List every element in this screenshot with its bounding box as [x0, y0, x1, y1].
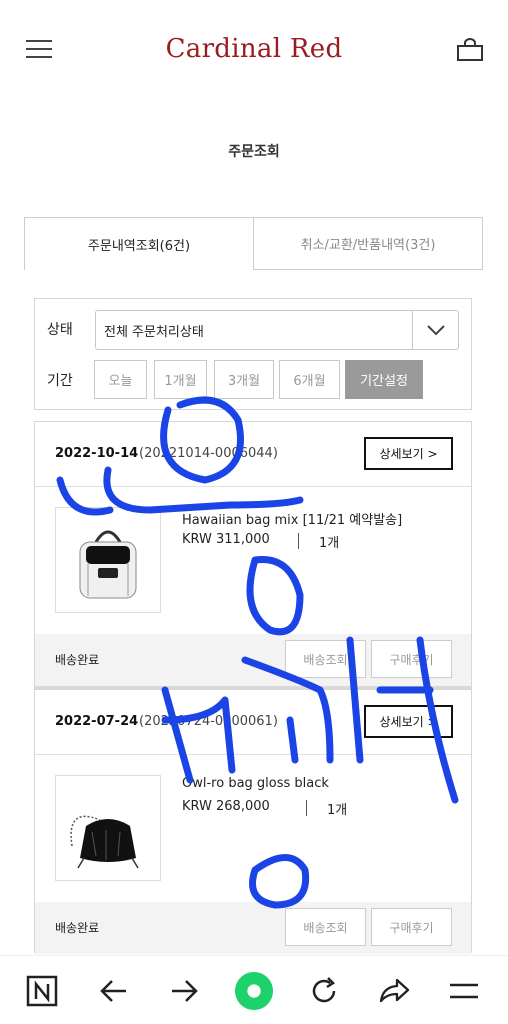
product-quantity: 1개 [319, 536, 340, 551]
order-detail-button[interactable]: 상세보기 > [364, 705, 453, 738]
product-price: KRW 311,000 [182, 532, 270, 547]
order-number: (20221014-0006044) [139, 446, 278, 461]
back-arrow-icon[interactable] [94, 971, 134, 1011]
order-header: 2022-07-24 (20220724-0000061) 상세보기 > [35, 690, 471, 755]
share-icon[interactable] [374, 971, 414, 1011]
brand-logo[interactable]: Cardinal Red [0, 34, 508, 64]
product-name[interactable]: Hawaiian bag mix [11/21 예약발송] [182, 509, 402, 528]
chevron-down-icon[interactable] [412, 311, 458, 349]
forward-arrow-icon[interactable] [164, 971, 204, 1011]
order-status: 배송완료 [55, 921, 100, 935]
page-title: 주문조회 [228, 144, 280, 160]
app-header: Cardinal Red [0, 0, 508, 100]
order-card: 2022-07-24 (20220724-0000061) 상세보기 > Owl… [34, 689, 472, 954]
shopping-bag-icon[interactable] [456, 38, 484, 62]
status-label: 상태 [47, 322, 73, 338]
track-delivery-button[interactable]: 배송조회 [285, 908, 366, 946]
order-card: 2022-10-14 (20221014-0006044) 상세보기 > Haw… [34, 421, 472, 687]
order-date: 2022-10-14 [55, 446, 139, 461]
order-tabs: 주문내역조회(6건) 취소/교환/반품내역(3건) [24, 217, 483, 270]
order-header: 2022-10-14 (20221014-0006044) 상세보기 > [35, 422, 471, 487]
naver-home-icon[interactable] [22, 971, 62, 1011]
order-footer: 배송완료 배송조회 구매후기 [35, 902, 471, 954]
product-thumbnail[interactable] [55, 775, 161, 881]
tab-cancel-exchange-return[interactable]: 취소/교환/반품내역(3건) [254, 217, 483, 270]
period-1month-button[interactable]: 1개월 [154, 360, 207, 399]
status-select-value: 전체 주문처리상태 [104, 325, 204, 340]
browser-bottom-bar [0, 955, 508, 1024]
tab-order-history[interactable]: 주문내역조회(6건) [24, 217, 254, 270]
period-3month-button[interactable]: 3개월 [214, 360, 274, 399]
price-qty-divider [298, 533, 299, 549]
period-today-button[interactable]: 오늘 [94, 360, 147, 399]
refresh-icon[interactable] [304, 971, 344, 1011]
menu-lines-icon[interactable] [444, 971, 484, 1011]
product-price: KRW 268,000 [182, 799, 270, 814]
status-select[interactable]: 전체 주문처리상태 [95, 310, 459, 350]
write-review-button[interactable]: 구매후기 [371, 640, 452, 678]
product-quantity: 1개 [327, 803, 348, 818]
product-thumbnail[interactable] [55, 507, 161, 613]
track-delivery-button[interactable]: 배송조회 [285, 640, 366, 678]
order-filter-panel: 상태 전체 주문처리상태 기간 오늘 1개월 3개월 6개월 기간설정 [34, 298, 472, 410]
period-label: 기간 [47, 373, 73, 389]
order-status: 배송완료 [55, 653, 100, 667]
price-qty-divider [306, 800, 307, 816]
green-dot-icon[interactable] [234, 971, 274, 1011]
order-date: 2022-07-24 [55, 714, 139, 729]
order-number: (20220724-0000061) [139, 714, 278, 729]
period-custom-button[interactable]: 기간설정 [345, 360, 423, 399]
product-name[interactable]: Owl-ro bag gloss black [182, 776, 329, 791]
period-6month-button[interactable]: 6개월 [279, 360, 340, 399]
order-footer: 배송완료 배송조회 구매후기 [35, 634, 471, 686]
write-review-button[interactable]: 구매후기 [371, 908, 452, 946]
order-detail-button[interactable]: 상세보기 > [364, 437, 453, 470]
